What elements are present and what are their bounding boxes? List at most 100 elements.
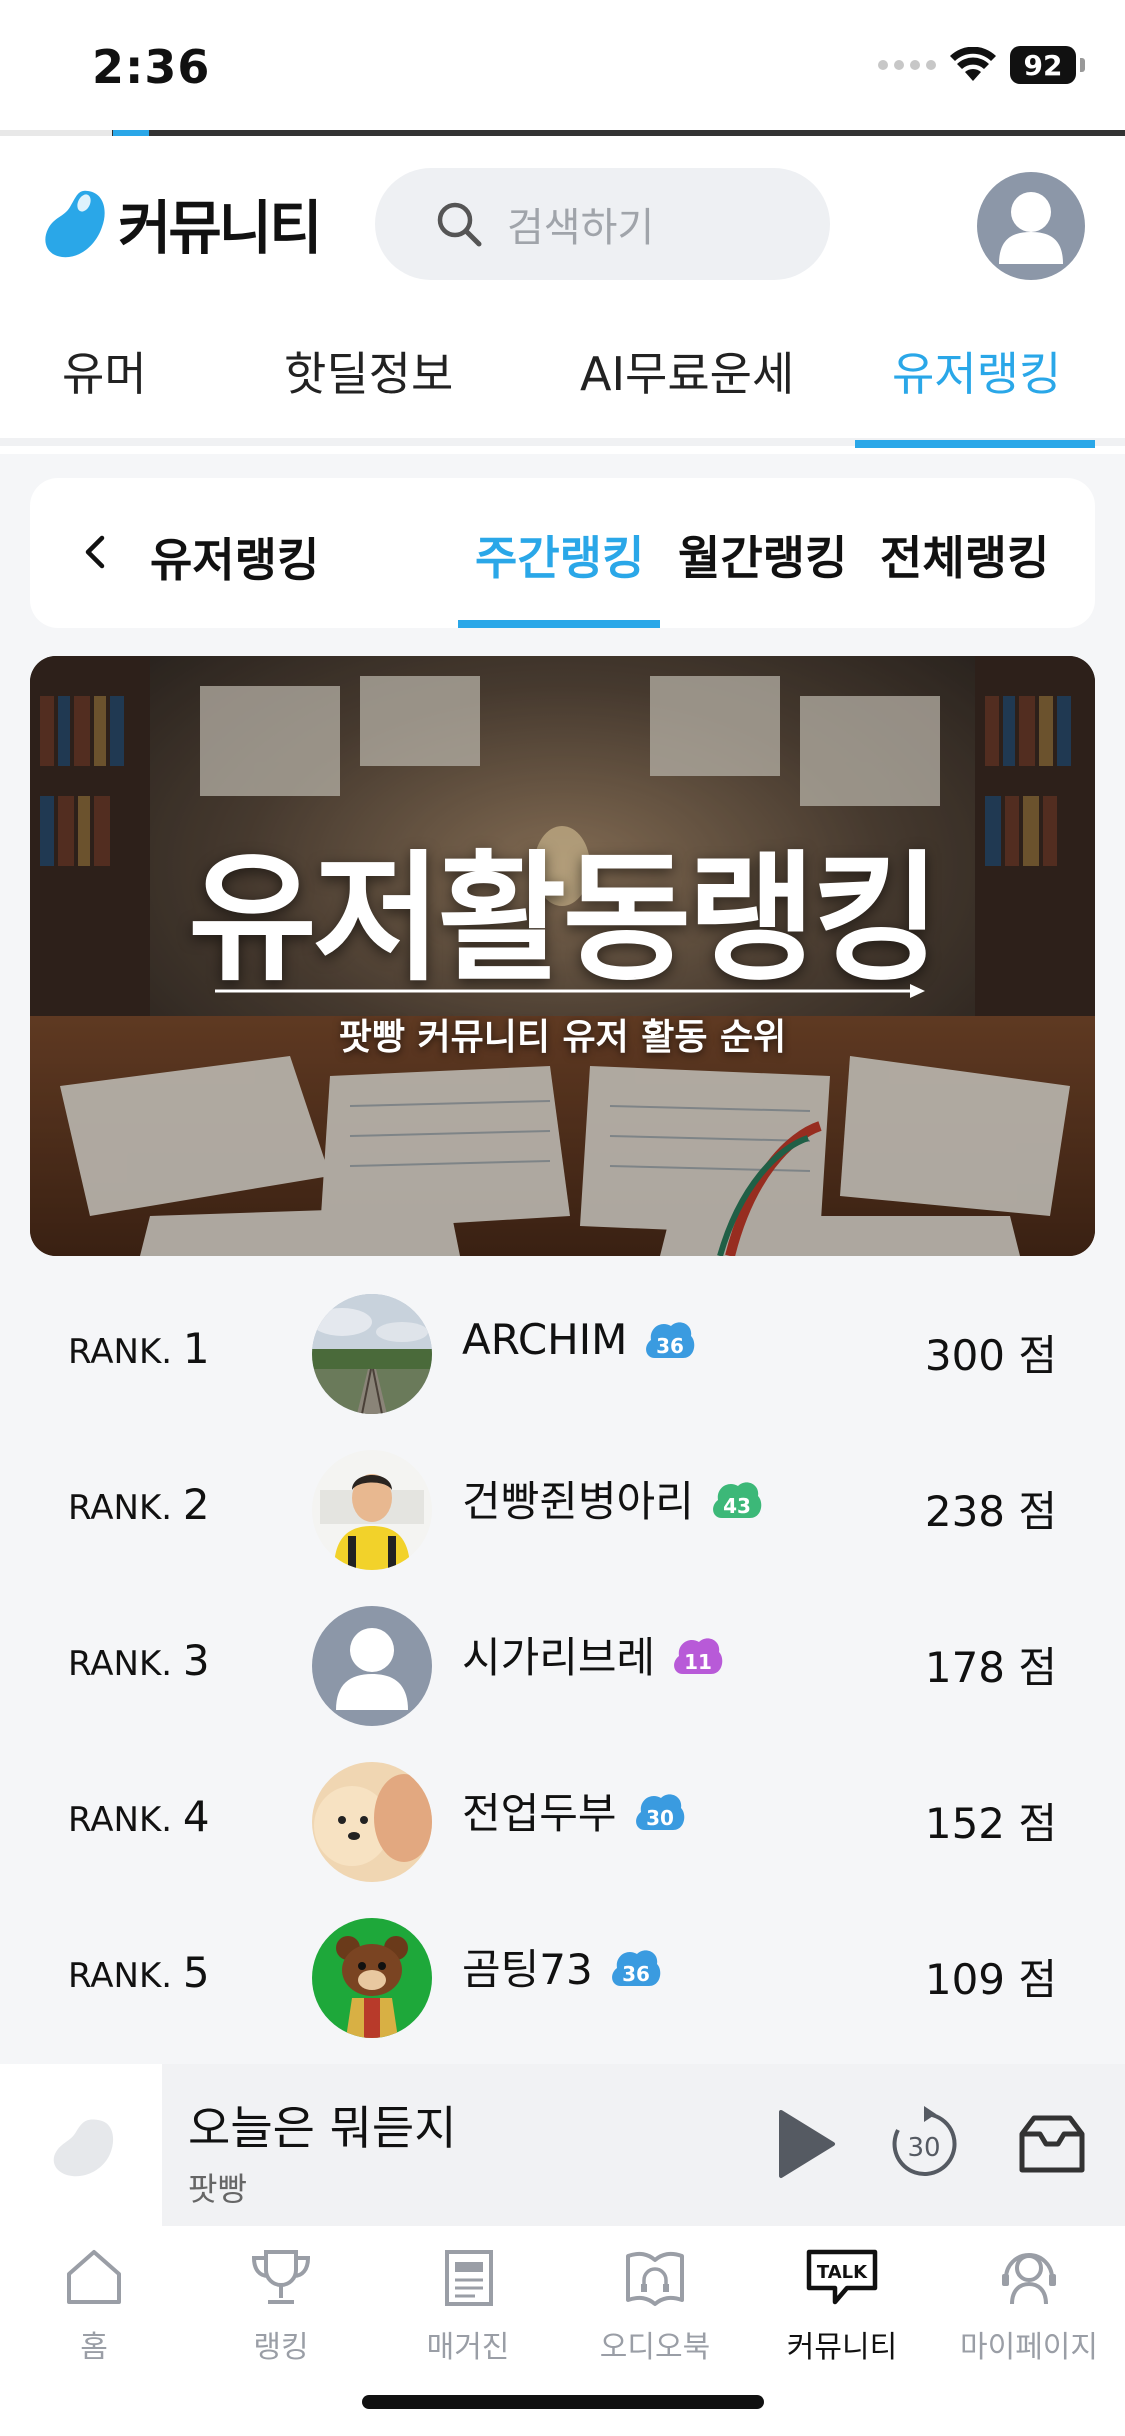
battery-level: 92 xyxy=(1023,48,1063,82)
dog-avatar-image xyxy=(312,1762,432,1882)
profile-avatar-button[interactable] xyxy=(977,172,1085,280)
user-name-text: ARCHIM xyxy=(462,1314,628,1364)
tab-monthly-ranking[interactable]: 월간랭킹 xyxy=(678,522,847,588)
ranking-sub-nav: 유저랭킹 주간랭킹 월간랭킹 전체랭킹 xyxy=(30,478,1095,628)
user-score: 152 점 xyxy=(924,1799,1057,1848)
nav-magazine-label: 매거진 xyxy=(426,2330,510,2365)
rank-row[interactable]: RANK. 4 전업두부 30 152 점 xyxy=(0,1752,1125,1908)
rank-label: RANK. 1 xyxy=(68,1324,210,1373)
tab-active-indicator xyxy=(855,440,1095,448)
skip-forward-30-button[interactable]: 30 xyxy=(884,2104,964,2184)
level-badge-icon: 43 xyxy=(712,1481,762,1518)
nav-community[interactable]: TALK 커뮤니티 xyxy=(748,2244,936,2366)
level-badge-number: 30 xyxy=(646,1806,674,1830)
tab-hotdeal[interactable]: 핫딜정보 xyxy=(284,338,453,404)
rank-label: RANK. 2 xyxy=(68,1480,210,1529)
level-badge-number: 43 xyxy=(723,1494,751,1518)
user-name[interactable]: 곰팅73 36 xyxy=(462,1936,661,1997)
home-indicator xyxy=(362,2395,764,2409)
nav-mypage[interactable]: 마이페이지 xyxy=(935,2244,1123,2366)
avatar[interactable] xyxy=(312,1762,432,1882)
ranking-content: 유저랭킹 주간랭킹 월간랭킹 전체랭킹 유저활동랭킹 팟빵 커뮤니티 유저 활동… xyxy=(0,454,1125,2064)
wifi-icon xyxy=(950,47,996,81)
user-name[interactable]: 전업두부 30 xyxy=(462,1780,685,1841)
rank-number: 1 xyxy=(182,1324,210,1373)
home-icon xyxy=(67,2250,121,2304)
avatar[interactable] xyxy=(312,1294,432,1414)
level-badge-icon: 36 xyxy=(646,1322,695,1358)
rank-number: 2 xyxy=(182,1480,210,1529)
tab-ai-fortune[interactable]: AI무료운세 xyxy=(580,338,794,404)
banner-title: 유저활동랭킹 xyxy=(188,838,941,1001)
level-badge-number: 36 xyxy=(622,1962,650,1986)
inbox-icon[interactable] xyxy=(1012,2104,1092,2184)
user-name[interactable]: 시가리브레 11 xyxy=(462,1624,723,1685)
mypage-icon xyxy=(1002,2253,1056,2305)
rank-prefix: RANK. xyxy=(68,1332,173,1372)
svg-text:TALK: TALK xyxy=(817,2262,868,2283)
rank-number: 3 xyxy=(182,1636,210,1685)
level-badge-number: 11 xyxy=(684,1650,712,1674)
talk-icon: TALK xyxy=(806,2249,878,2305)
rank-row[interactable]: RANK. 5 곰팅73 36 109 점 xyxy=(0,1908,1125,2064)
bean-logo-icon xyxy=(45,190,105,258)
battery-icon: 92 xyxy=(1010,46,1076,84)
player-subtitle: 팟빵 xyxy=(188,2170,247,2208)
play-button[interactable] xyxy=(765,2104,845,2184)
rank-prefix: RANK. xyxy=(68,1956,173,1996)
avatar[interactable] xyxy=(312,1450,432,1570)
user-score: 238 점 xyxy=(924,1487,1057,1536)
nav-audiobook-label: 오디오북 xyxy=(599,2330,711,2365)
rank-prefix: RANK. xyxy=(68,1488,173,1528)
trophy-icon xyxy=(251,2250,311,2304)
skip-label: 30 xyxy=(907,2133,940,2163)
user-score: 178 점 xyxy=(924,1643,1057,1692)
search-icon xyxy=(437,202,482,247)
status-icons: 92 xyxy=(878,46,1085,84)
avatar[interactable] xyxy=(312,1918,432,2038)
audiobook-icon xyxy=(626,2251,684,2306)
status-time: 2:36 xyxy=(92,40,211,94)
level-badge-icon: 11 xyxy=(674,1637,723,1674)
nav-ranking-label: 랭킹 xyxy=(253,2330,309,2365)
level-badge-icon: 30 xyxy=(635,1793,684,1830)
rank-row[interactable]: RANK. 3 시가리브레 11 178 점 xyxy=(0,1596,1125,1752)
rank-number: 5 xyxy=(182,1948,210,1997)
rank-row[interactable]: RANK. 2 건빵쥔병아리 43 238 점 xyxy=(0,1440,1125,1596)
person-avatar-image xyxy=(312,1450,432,1570)
search-input[interactable]: 검색하기 xyxy=(375,168,830,280)
rank-number: 4 xyxy=(182,1792,210,1841)
nav-magazine[interactable]: 매거진 xyxy=(374,2244,562,2366)
tab-user-ranking[interactable]: 유저랭킹 xyxy=(892,338,1061,404)
sub-tab-active-indicator xyxy=(458,620,660,628)
nav-mypage-label: 마이페이지 xyxy=(960,2330,1098,2365)
player-thumbnail[interactable] xyxy=(0,2064,162,2226)
user-name[interactable]: ARCHIM 36 xyxy=(462,1312,695,1366)
nav-home-label: 홈 xyxy=(80,2330,108,2365)
rank-label: RANK. 4 xyxy=(68,1792,210,1841)
nav-audiobook[interactable]: 오디오북 xyxy=(561,2244,749,2366)
main-tab-bar: 유머 핫딜정보 AI무료운세 유저랭킹 xyxy=(0,316,1125,448)
ranking-banner[interactable]: 유저활동랭킹 팟빵 커뮤니티 유저 활동 순위 xyxy=(30,656,1095,1256)
level-badge-number: 36 xyxy=(656,1334,684,1358)
tab-humor[interactable]: 유머 xyxy=(62,338,147,404)
rank-row[interactable]: RANK. 1 ARCHIM 36 300 점 xyxy=(0,1284,1125,1440)
rank-prefix: RANK. xyxy=(68,1644,173,1684)
user-name-text: 전업두부 xyxy=(462,1789,617,1838)
landscape-avatar-image xyxy=(312,1294,432,1414)
tab-total-ranking[interactable]: 전체랭킹 xyxy=(880,522,1049,588)
tab-weekly-ranking[interactable]: 주간랭킹 xyxy=(475,522,644,588)
user-name[interactable]: 건빵쥔병아리 43 xyxy=(462,1468,762,1529)
level-badge-icon: 36 xyxy=(611,1949,661,1986)
user-name-text: 시가리브레 xyxy=(462,1633,656,1682)
bear-avatar-image xyxy=(312,1918,432,2038)
community-logo[interactable]: 커뮤니티 xyxy=(40,181,322,265)
user-score: 109 점 xyxy=(924,1955,1057,2004)
user-name-text: 곰팅73 xyxy=(462,1945,593,1994)
nav-ranking[interactable]: 랭킹 xyxy=(187,2244,375,2366)
avatar[interactable] xyxy=(312,1606,432,1726)
bean-placeholder-icon xyxy=(53,2119,114,2177)
mini-player[interactable]: 오늘은 뭐듣지 팟빵 30 xyxy=(0,2064,1125,2226)
back-chevron-icon[interactable] xyxy=(72,528,120,576)
nav-home[interactable]: 홈 xyxy=(0,2244,188,2366)
